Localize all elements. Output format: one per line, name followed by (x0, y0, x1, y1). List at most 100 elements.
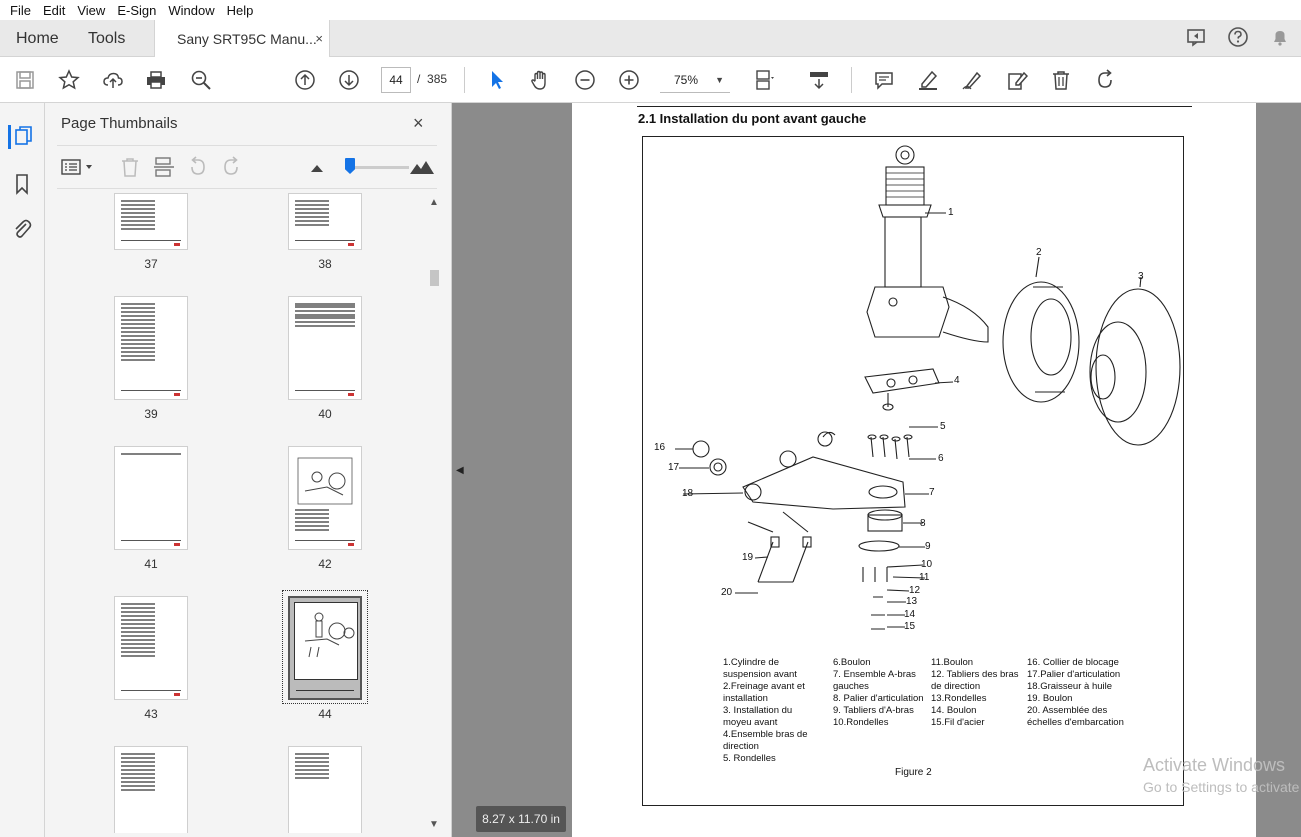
menu-view[interactable]: View (71, 3, 111, 18)
thumbnail-list[interactable]: 37 38 39 40 41 42 43 44 (57, 193, 432, 833)
delete-page-icon[interactable] (119, 156, 143, 180)
activation-watermark-title: Activate Windows (1143, 755, 1286, 775)
scroll-down-arrow-icon[interactable]: ▼ (429, 819, 439, 830)
thumbnail-page-43[interactable] (114, 596, 188, 700)
hand-tool-icon[interactable] (528, 68, 552, 92)
zoom-level-value: 75% (674, 73, 699, 87)
thumbnail-page-46[interactable] (288, 746, 362, 833)
activation-watermark-subtitle: Go to Settings to activate Windows. (1143, 779, 1301, 795)
tab-document[interactable]: Sany SRT95C Manu... × (154, 20, 330, 57)
zoom-level-select[interactable]: 75% ▼ (660, 67, 730, 93)
edit-text-icon[interactable] (1005, 68, 1029, 92)
bookmarks-icon[interactable] (11, 173, 35, 197)
insert-page-icon[interactable] (153, 156, 177, 180)
callout-label: 1 (948, 207, 954, 218)
delete-trash-icon[interactable] (1049, 68, 1073, 92)
callout-label: 7 (929, 487, 935, 498)
legend-item: 19. Boulon (1027, 693, 1073, 704)
legend-item: 3. Installation du moyeu avant (723, 705, 793, 728)
rotate-right-icon[interactable] (220, 156, 244, 180)
thumbnail-page-40[interactable] (288, 296, 362, 400)
page-thumbnails-icon[interactable] (8, 125, 32, 149)
rotate-redo-icon[interactable] (1093, 68, 1117, 92)
large-thumbnails-icon[interactable] (409, 156, 434, 180)
notifications-bell-icon[interactable] (1259, 26, 1301, 51)
figure-frame: 1 2 3 4 5 6 7 8 9 10 11 12 13 14 15 16 1… (642, 136, 1184, 806)
menu-edit[interactable]: Edit (37, 3, 71, 18)
upload-cloud-icon[interactable] (101, 68, 125, 92)
draw-sign-icon[interactable] (960, 68, 984, 92)
toolbar-divider (851, 67, 852, 93)
thumbnail-page-42[interactable] (288, 446, 362, 550)
share-screen-icon[interactable] (1175, 26, 1217, 51)
select-cursor-icon[interactable] (485, 68, 509, 92)
tab-close-button[interactable]: × (315, 31, 323, 46)
zoom-in-icon[interactable] (617, 68, 641, 92)
previous-page-icon[interactable] (293, 68, 317, 92)
section-heading: 2.1 Installation du pont avant gauche (638, 111, 867, 126)
callout-label: 20 (721, 587, 733, 598)
diagram-preview-image (297, 457, 353, 505)
thumbnails-panel: Page Thumbnails × 37 38 39 40 41 42 43 4… (45, 103, 452, 837)
thumbnail-page-44[interactable] (288, 596, 362, 700)
highlight-pen-icon[interactable] (916, 68, 940, 92)
small-thumbnails-icon[interactable] (309, 156, 333, 180)
legend-item: 20. Assemblée des échelles d'embarcation (1027, 705, 1124, 728)
page-count: / 385 (417, 72, 447, 86)
total-pages: 385 (427, 72, 448, 86)
thumbnail-page-41[interactable] (114, 446, 188, 550)
thumbnail-options-icon[interactable] (61, 156, 92, 180)
legend-item: 16. Collier de blocage (1027, 657, 1119, 668)
page-number-input[interactable]: 44 (381, 67, 411, 93)
panel-title: Page Thumbnails (61, 115, 178, 132)
callout-label: 9 (925, 541, 931, 552)
page-rule (637, 106, 1192, 107)
rotate-left-icon[interactable] (187, 156, 211, 180)
callout-label: 11 (919, 572, 930, 583)
scroll-mode-icon[interactable] (807, 68, 831, 92)
attachments-paperclip-icon[interactable] (11, 218, 35, 242)
callout-label: 12 (909, 585, 921, 596)
bookmark-star-icon[interactable] (57, 68, 81, 92)
callout-label: 18 (682, 488, 694, 499)
thumbnail-page-39[interactable] (114, 296, 188, 400)
help-icon[interactable] (1217, 26, 1259, 51)
diagram-preview-image (304, 612, 355, 658)
legend-item: 10.Rondelles (833, 717, 889, 728)
figure-caption: Figure 2 (895, 767, 932, 778)
thumbnail-page-38[interactable] (288, 193, 362, 250)
scrollbar-thumb[interactable] (430, 270, 439, 286)
thumbnail-label: 44 (318, 707, 332, 721)
tab-home[interactable]: Home (16, 20, 59, 57)
zoom-out-icon[interactable] (573, 68, 597, 92)
thumbnail-page-37[interactable] (114, 193, 188, 250)
menu-file[interactable]: File (4, 3, 37, 18)
thumbnail-scrollbar[interactable]: ▲ ▼ (427, 193, 441, 833)
thumbnail-size-slider[interactable] (355, 166, 409, 169)
panel-close-button[interactable]: × (413, 113, 424, 134)
thumbnail-page-45[interactable] (114, 746, 188, 833)
collapse-panel-arrow-icon[interactable]: ◀ (456, 465, 464, 476)
callout-label: 10 (921, 559, 933, 570)
pdf-page: 2.1 Installation du pont avant gauche 1 … (572, 103, 1256, 837)
scroll-up-arrow-icon[interactable]: ▲ (429, 197, 439, 208)
tab-bar: Home Tools Sany SRT95C Manu... × (0, 20, 1301, 57)
next-page-icon[interactable] (337, 68, 361, 92)
callout-label: 5 (940, 421, 946, 432)
menu-esign[interactable]: E-Sign (111, 3, 162, 18)
comment-icon[interactable] (872, 68, 896, 92)
print-icon[interactable] (144, 68, 168, 92)
thumbnail-label: 38 (318, 257, 332, 271)
thumbnail-label: 42 (318, 557, 332, 571)
tab-tools[interactable]: Tools (88, 20, 125, 57)
slider-handle[interactable] (345, 158, 355, 174)
page-fit-icon[interactable] (752, 68, 776, 92)
legend-item: 14. Boulon (931, 705, 977, 716)
menu-help[interactable]: Help (221, 3, 260, 18)
legend-item: 4.Ensemble bras de direction (723, 729, 808, 752)
zoom-search-icon[interactable] (189, 68, 213, 92)
save-icon[interactable] (13, 68, 37, 92)
callout-label: 16 (654, 442, 666, 453)
menu-window[interactable]: Window (162, 3, 220, 18)
document-view[interactable]: ◀ 2.1 Installation du pont avant gauche (452, 103, 1301, 837)
